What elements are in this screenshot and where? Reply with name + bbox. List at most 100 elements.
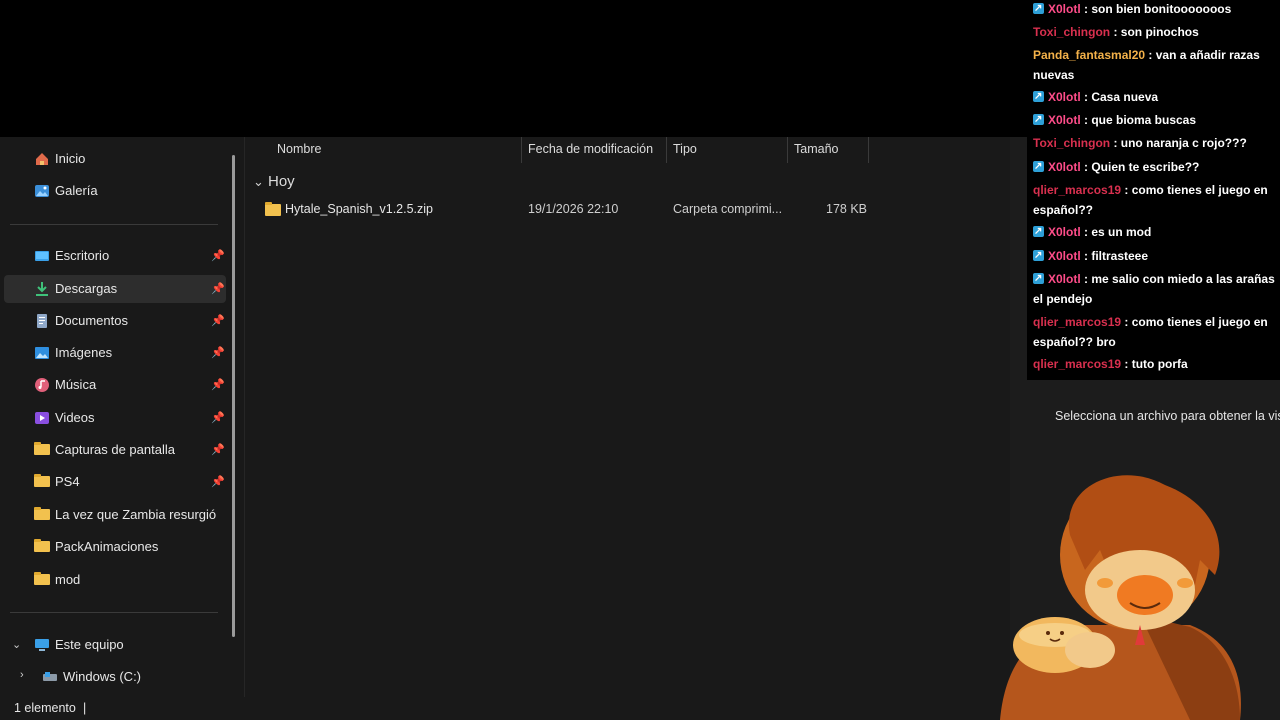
chat-username: Toxi_chingon <box>1033 136 1111 150</box>
chat-text: : son bien bonitooooooos <box>1080 2 1232 16</box>
chat-text: : que bioma buscas <box>1080 113 1197 127</box>
chat-message: X0lotl : filtrasteee <box>1033 246 1276 267</box>
chat-text: : es un mod <box>1080 225 1152 239</box>
download-icon <box>36 282 48 296</box>
file-explorer-window: Inicio Galería Escritorio 📌 Descargas 📌 … <box>0 137 1010 697</box>
sidebar-item-label: Capturas de pantalla <box>55 442 175 457</box>
chat-text: : Casa nueva <box>1080 90 1159 104</box>
chat-username: qlier_marcos19 <box>1033 357 1122 371</box>
chat-username: X0lotl <box>1048 160 1081 174</box>
file-modified: 19/1/2026 22:10 <box>528 202 619 216</box>
file-list-pane: Nombre Fecha de modificación Tipo Tamaño… <box>246 137 1010 697</box>
chat-username: Panda_fantasmal20 <box>1033 48 1146 62</box>
chat-message: Panda_fantasmal20 : van a añadir razas n… <box>1033 46 1276 85</box>
pin-icon[interactable]: 📌 <box>211 411 225 425</box>
pin-icon[interactable]: 📌 <box>211 282 225 296</box>
sidebar-item-label: Inicio <box>55 151 86 166</box>
file-type: Carpeta comprimi... <box>673 202 783 216</box>
nav-divider <box>10 224 218 225</box>
chat-text: : Quien te escribe?? <box>1080 160 1200 174</box>
chat-message: Toxi_chingon : uno naranja c rojo??? <box>1033 134 1276 154</box>
column-separator[interactable] <box>787 137 788 163</box>
pin-icon[interactable]: 📌 <box>211 475 225 489</box>
pictures-icon <box>35 347 49 359</box>
pin-icon[interactable]: 📌 <box>211 378 225 392</box>
sidebar-item-galeria[interactable]: Galería <box>4 177 226 205</box>
sidebar-item-zambia[interactable]: La vez que Zambia resurgió <box>4 501 226 529</box>
nav-divider <box>10 612 218 613</box>
chevron-right-icon[interactable]: › <box>20 669 24 681</box>
sidebar-item-label: PS4 <box>55 474 80 489</box>
column-separator[interactable] <box>521 137 522 163</box>
chat-message: qlier_marcos19 : como tienes el juego en… <box>1033 313 1276 352</box>
chat-message: X0lotl : es un mod <box>1033 222 1276 243</box>
gallery-icon <box>35 185 49 197</box>
moderator-badge-icon <box>1033 0 1044 19</box>
chat-username: qlier_marcos19 <box>1033 183 1122 197</box>
moderator-badge-icon <box>1033 157 1044 177</box>
chat-username: X0lotl <box>1048 90 1081 104</box>
chat-username: X0lotl <box>1048 225 1081 239</box>
column-header-modified[interactable]: Fecha de modificación <box>528 142 653 162</box>
sidebar-item-videos[interactable]: Videos 📌 <box>4 404 226 432</box>
column-header-size[interactable]: Tamaño <box>794 142 838 162</box>
music-icon <box>35 378 49 392</box>
sidebar-item-label: PackAnimaciones <box>55 539 159 554</box>
sidebar-item-label: Música <box>55 377 97 392</box>
column-separator[interactable] <box>868 137 869 163</box>
pin-icon[interactable]: 📌 <box>211 249 225 263</box>
sidebar-item-este-equipo[interactable]: ⌄ Este equipo <box>4 631 226 659</box>
chat-message: X0lotl : que bioma buscas <box>1033 110 1276 131</box>
moderator-badge-icon <box>1033 269 1044 289</box>
file-name: Hytale_Spanish_v1.2.5.zip <box>285 202 434 216</box>
moderator-badge-icon <box>1033 222 1044 242</box>
sidebar-item-windows-c[interactable]: › Windows (C:) <box>4 663 226 691</box>
sidebar-item-label: Documentos <box>55 313 128 328</box>
moderator-badge-icon <box>1033 246 1044 266</box>
sidebar-item-descargas[interactable]: Descargas 📌 <box>4 275 226 303</box>
sidebar-item-imagenes[interactable]: Imágenes 📌 <box>4 339 226 367</box>
chat-message: X0lotl : Quien te escribe?? <box>1033 157 1276 178</box>
chat-text: : uno naranja c rojo??? <box>1110 136 1247 150</box>
chevron-down-icon[interactable]: ⌄ <box>253 174 264 190</box>
stream-chat-overlay: X0lotl : son bien bonitooooooos Toxi_chin… <box>1027 0 1280 380</box>
drive-icon <box>43 672 57 681</box>
sidebar-item-capturas[interactable]: Capturas de pantalla 📌 <box>4 436 226 464</box>
chat-username: X0lotl <box>1048 2 1081 16</box>
pin-icon[interactable]: 📌 <box>211 443 225 457</box>
sidebar-item-mod[interactable]: mod <box>4 566 226 594</box>
navigation-scrollbar[interactable] <box>232 155 235 637</box>
sidebar-item-ps4[interactable]: PS4 📌 <box>4 468 226 496</box>
chat-username: Toxi_chingon <box>1033 25 1111 39</box>
sidebar-item-inicio[interactable]: Inicio <box>4 145 226 173</box>
sidebar-item-label: mod <box>55 572 81 587</box>
chat-message: Toxi_chingon : son pinochos <box>1033 23 1276 43</box>
zip-folder-icon <box>265 202 281 216</box>
chat-username: qlier_marcos19 <box>1033 315 1122 329</box>
documents-icon <box>37 314 47 328</box>
sidebar-item-label: Windows (C:) <box>63 669 142 684</box>
desktop-icon <box>35 251 49 261</box>
sidebar-item-packanimaciones[interactable]: PackAnimaciones <box>4 533 226 561</box>
file-size: 178 KB <box>826 202 868 216</box>
status-separator: | <box>83 701 87 715</box>
folder-icon <box>34 442 50 455</box>
chat-message: X0lotl : Casa nueva <box>1033 87 1276 108</box>
sidebar-item-label: Videos <box>55 410 95 425</box>
sidebar-item-musica[interactable]: Música 📌 <box>4 371 226 399</box>
column-header-name[interactable]: Nombre <box>277 142 321 162</box>
sidebar-item-documentos[interactable]: Documentos 📌 <box>4 307 226 335</box>
column-separator[interactable] <box>666 137 667 163</box>
preview-message: Selecciona un archivo para obtener la vi… <box>1055 409 1280 423</box>
group-header-today[interactable]: Hoy <box>268 173 295 190</box>
folder-icon <box>34 539 50 552</box>
sidebar-item-label: Escritorio <box>55 248 110 263</box>
chat-message: qlier_marcos19 : tuto porfa <box>1033 355 1276 375</box>
column-header-type[interactable]: Tipo <box>673 142 697 162</box>
sidebar-item-label: Este equipo <box>55 637 124 652</box>
pin-icon[interactable]: 📌 <box>211 314 225 328</box>
chevron-down-icon[interactable]: ⌄ <box>12 638 21 651</box>
sidebar-item-escritorio[interactable]: Escritorio 📌 <box>4 242 226 270</box>
pin-icon[interactable]: 📌 <box>211 346 225 360</box>
item-count: 1 elemento <box>14 701 76 715</box>
